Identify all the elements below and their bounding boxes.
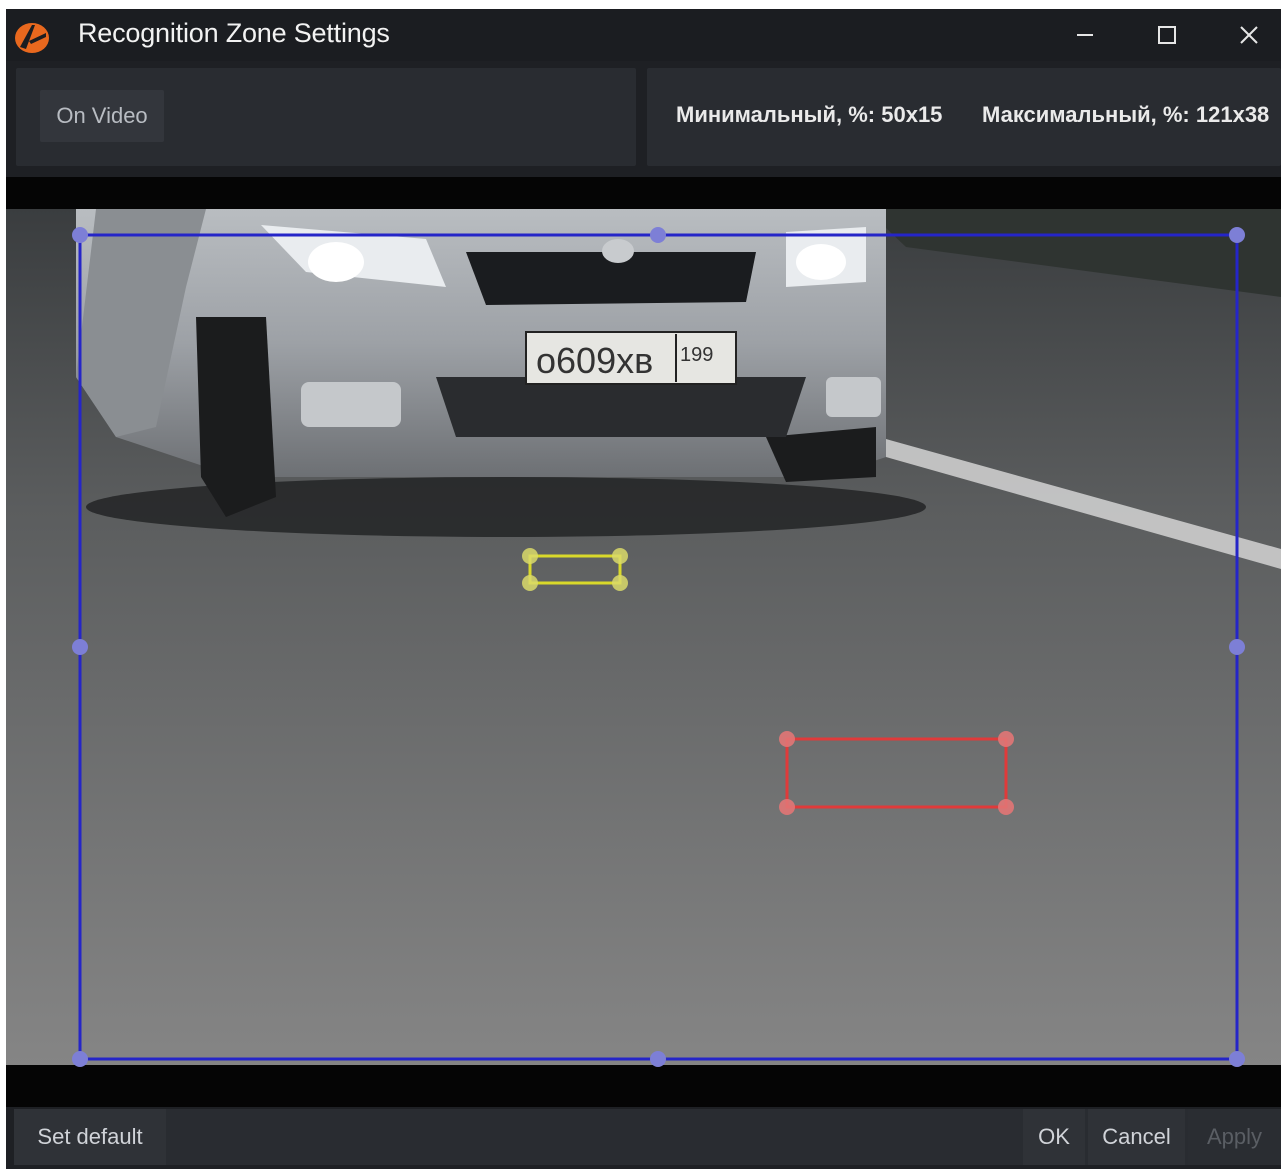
max-box-handle-bottom-right[interactable] bbox=[998, 799, 1014, 815]
min-size-info: Минимальный, %: 50x15 bbox=[676, 102, 942, 128]
maximize-icon bbox=[1158, 26, 1176, 44]
min-size-value: 50x15 bbox=[881, 102, 943, 127]
video-preview: о609хв 199 bbox=[6, 177, 1281, 1107]
zone-handle-middle-right[interactable] bbox=[1229, 639, 1245, 655]
video-frame: о609хв 199 bbox=[6, 177, 1281, 1107]
close-icon bbox=[1240, 26, 1258, 44]
footer-bar: Set default OK Cancel Apply bbox=[14, 1109, 1281, 1165]
max-size-info: Максимальный, %: 121x38 bbox=[982, 102, 1269, 128]
minimize-button[interactable] bbox=[1057, 15, 1113, 55]
toolbar-left-panel: On Video bbox=[16, 68, 636, 166]
title-bar: Recognition Zone Settings bbox=[6, 9, 1281, 61]
zone-handle-bottom-middle[interactable] bbox=[650, 1051, 666, 1067]
toolbar-right-panel: Минимальный, %: 50x15 Максимальный, %: 1… bbox=[647, 68, 1281, 166]
zone-handle-top-middle[interactable] bbox=[650, 227, 666, 243]
plate-region: 199 bbox=[680, 344, 713, 366]
footer: Set default OK Cancel Apply bbox=[6, 1107, 1281, 1169]
min-box-handle-top-right[interactable] bbox=[612, 548, 628, 564]
recognition-zone-settings-window: Recognition Zone Settings On Video Миним… bbox=[6, 9, 1281, 1169]
on-video-button[interactable]: On Video bbox=[40, 90, 164, 142]
min-size-label: Минимальный, %: bbox=[676, 102, 876, 127]
max-size-label: Максимальный, %: bbox=[982, 102, 1190, 127]
app-logo-icon bbox=[15, 23, 49, 53]
zone-handle-top-left[interactable] bbox=[72, 227, 88, 243]
max-size-value: 121x38 bbox=[1195, 102, 1270, 127]
max-box-handle-top-left[interactable] bbox=[779, 731, 795, 747]
set-default-button[interactable]: Set default bbox=[14, 1109, 166, 1165]
cancel-button[interactable]: Cancel bbox=[1088, 1109, 1185, 1165]
zone-handle-bottom-right[interactable] bbox=[1229, 1051, 1245, 1067]
plate-number: о609хв bbox=[536, 340, 653, 381]
zone-handle-bottom-left[interactable] bbox=[72, 1051, 88, 1067]
close-button[interactable] bbox=[1221, 15, 1277, 55]
min-box-handle-bottom-right[interactable] bbox=[612, 575, 628, 591]
zone-handle-middle-left[interactable] bbox=[72, 639, 88, 655]
minimize-icon bbox=[1077, 34, 1093, 36]
apply-button[interactable]: Apply bbox=[1188, 1109, 1281, 1165]
min-box-handle-bottom-left[interactable] bbox=[522, 575, 538, 591]
maximize-button[interactable] bbox=[1139, 15, 1195, 55]
max-box-handle-bottom-left[interactable] bbox=[779, 799, 795, 815]
window-title: Recognition Zone Settings bbox=[78, 18, 390, 48]
zone-handle-top-right[interactable] bbox=[1229, 227, 1245, 243]
min-box-handle-top-left[interactable] bbox=[522, 548, 538, 564]
ok-button[interactable]: OK bbox=[1023, 1109, 1085, 1165]
max-box-handle-top-right[interactable] bbox=[998, 731, 1014, 747]
